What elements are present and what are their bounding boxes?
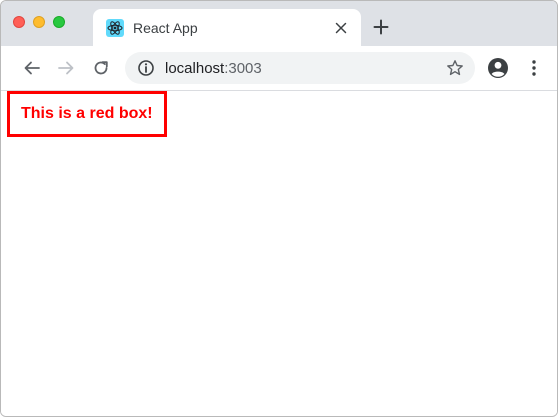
forward-arrow-icon	[58, 61, 74, 75]
url-host: localhost	[165, 60, 225, 77]
maximize-window-button[interactable]	[53, 16, 65, 28]
profile-button[interactable]	[486, 56, 510, 80]
red-box-text: This is a red box!	[21, 105, 153, 122]
tab-strip: React App	[1, 1, 557, 46]
page-content: This is a red box!	[1, 91, 557, 416]
plus-icon	[373, 19, 389, 35]
browser-toolbar: localhost:3003	[1, 46, 557, 91]
account-circle-icon	[488, 58, 508, 78]
red-box: This is a red box!	[7, 91, 167, 137]
menu-button[interactable]	[523, 57, 545, 79]
kebab-menu-icon	[532, 60, 536, 76]
tab-react-app[interactable]: React App	[93, 9, 361, 46]
reload-button[interactable]	[90, 57, 112, 79]
react-logo-icon	[106, 19, 124, 37]
address-bar[interactable]: localhost:3003	[125, 52, 475, 84]
url-port: :3003	[224, 60, 262, 77]
star-icon[interactable]	[445, 58, 465, 78]
minimize-window-button[interactable]	[33, 16, 45, 28]
back-button[interactable]	[21, 57, 43, 79]
close-window-button[interactable]	[13, 16, 25, 28]
browser-window: React App localhost:3003 This is a red b…	[0, 0, 558, 417]
back-arrow-icon	[24, 61, 40, 75]
forward-button[interactable]	[55, 57, 77, 79]
tab-title: React App	[133, 20, 198, 36]
close-icon[interactable]	[331, 18, 351, 38]
new-tab-button[interactable]	[371, 17, 391, 37]
reload-icon	[94, 61, 108, 75]
info-icon[interactable]	[137, 59, 155, 77]
url-text: localhost:3003	[165, 60, 262, 77]
